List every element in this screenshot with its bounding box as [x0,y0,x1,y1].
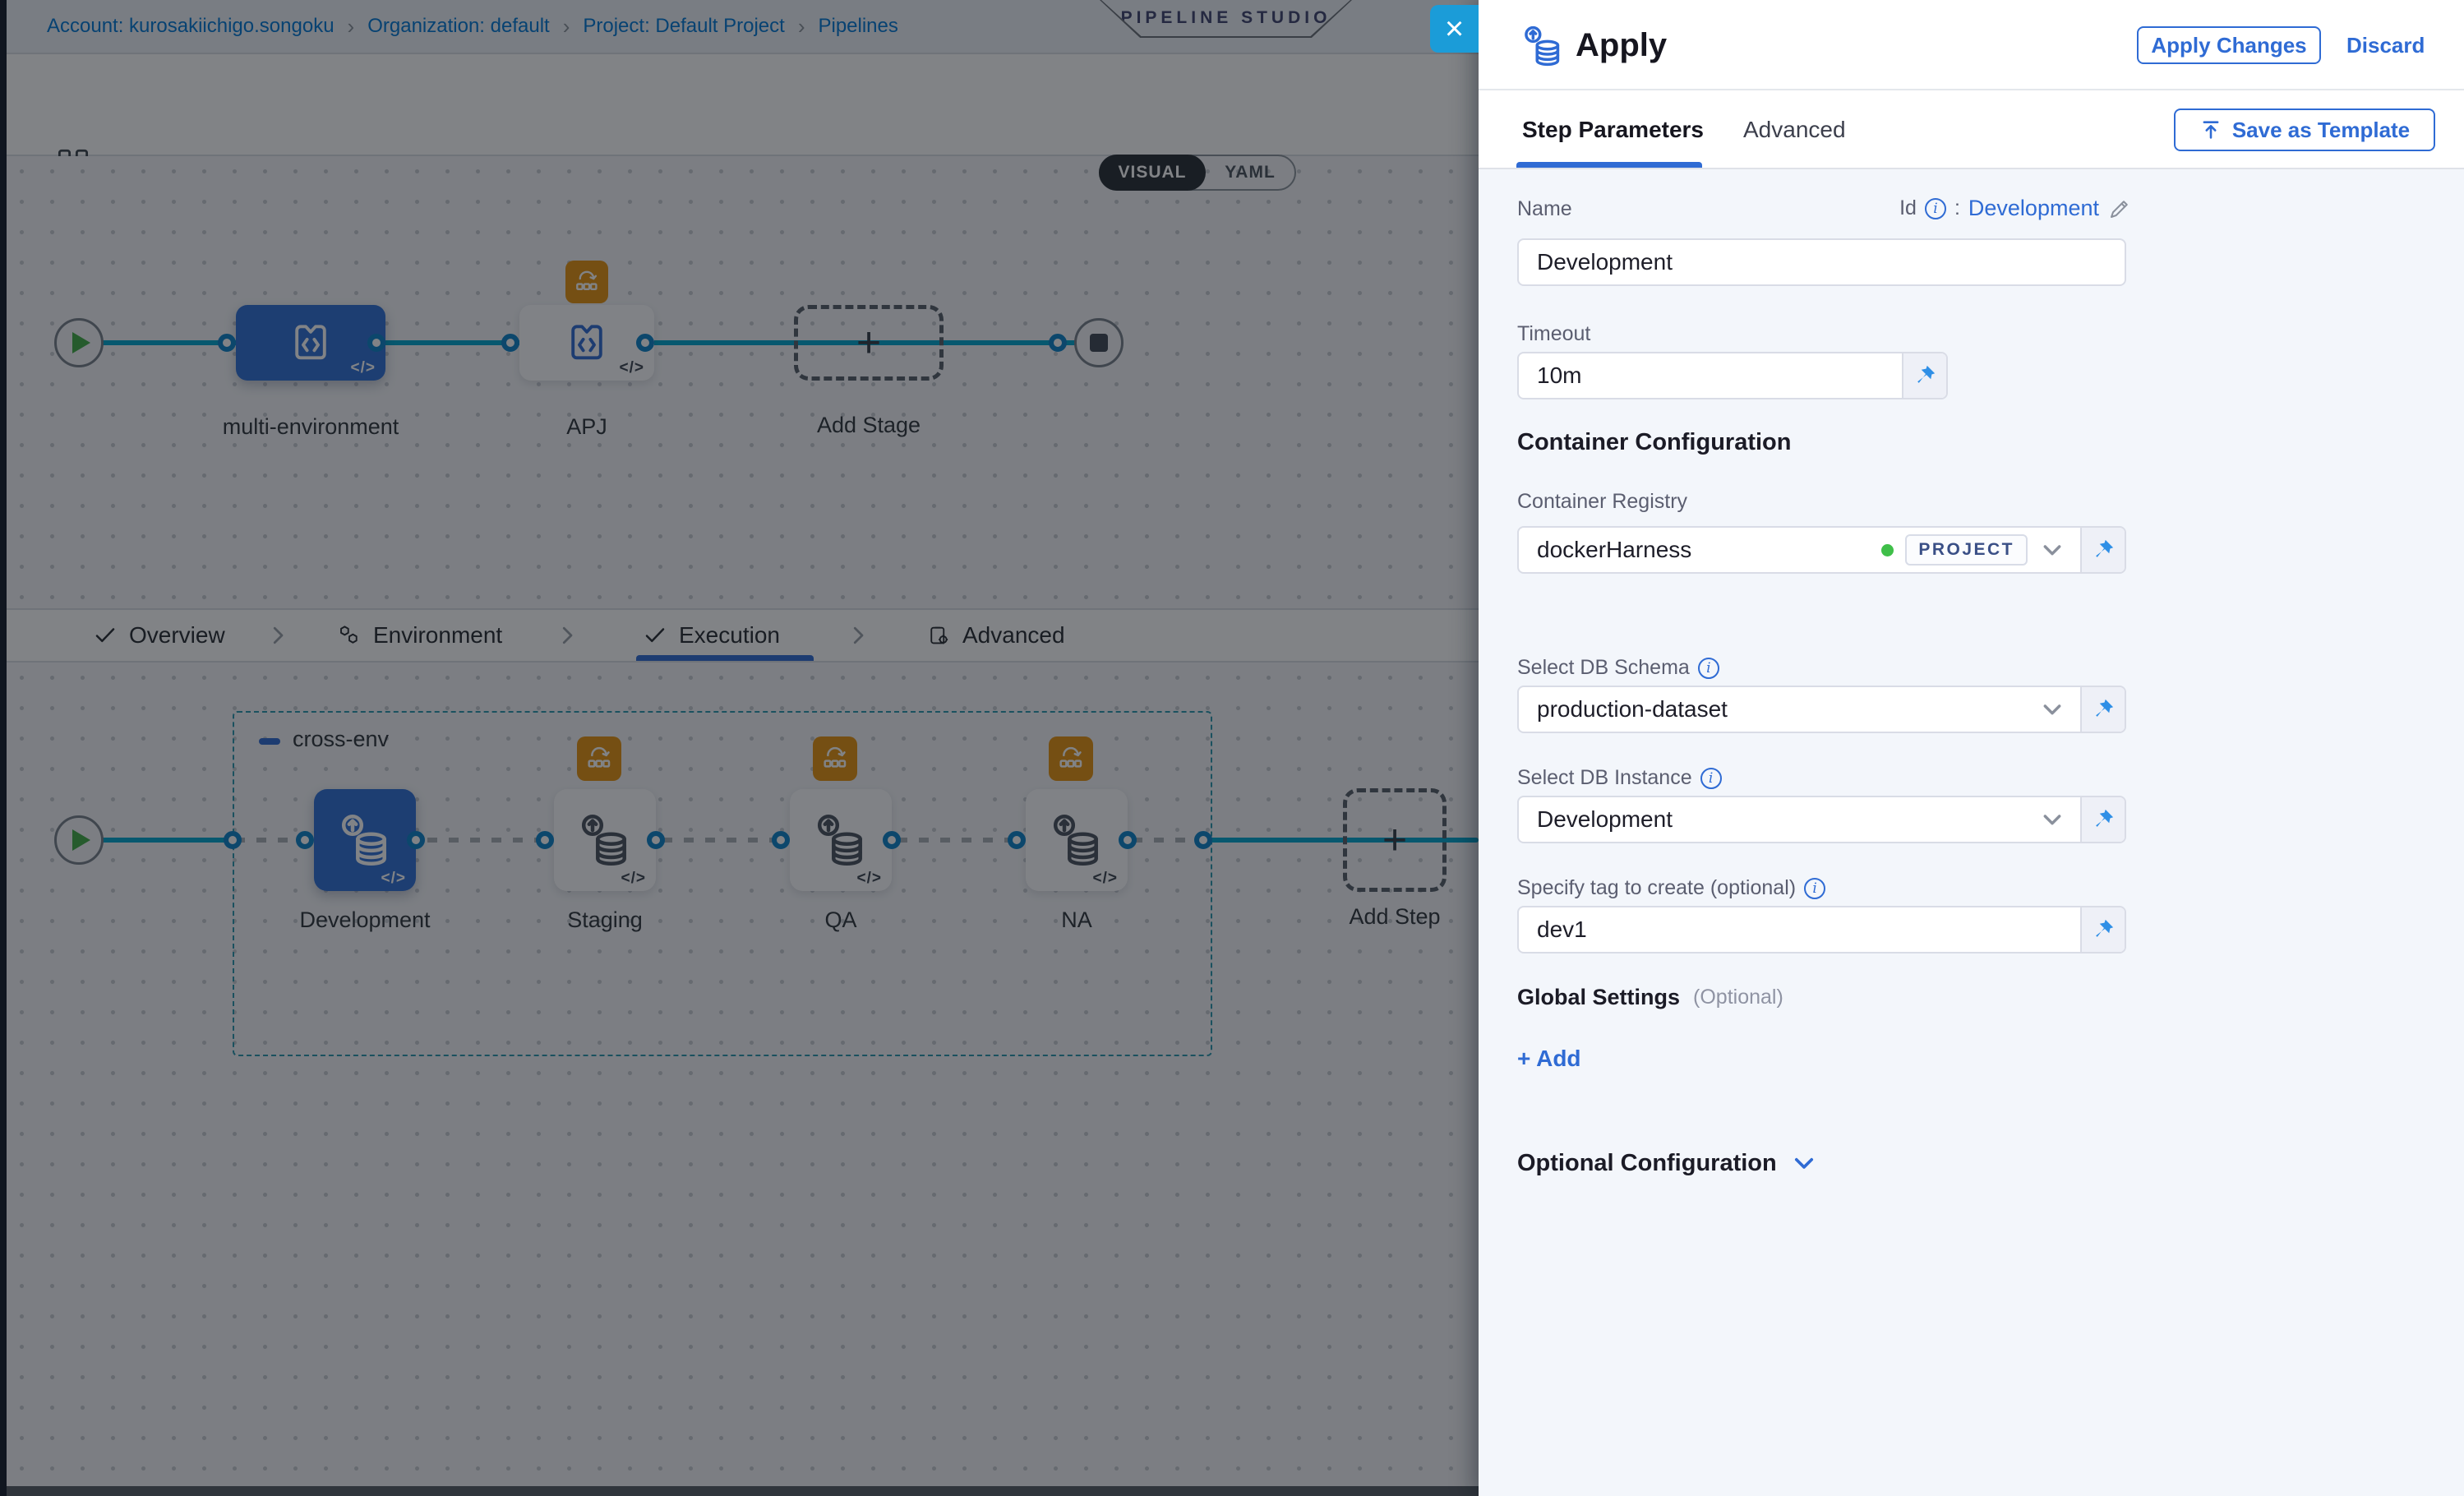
close-drawer-button[interactable]: × [1430,5,1479,53]
step-config-drawer: × Apply Apply Changes Discard Step Param… [1479,0,2464,1496]
active-tab-underline [1516,162,1702,168]
save-as-template-label: Save as Template [2232,118,2410,143]
add-global-setting-link[interactable]: + Add [1517,1046,1581,1072]
tag-field [1517,906,2126,953]
apply-changes-label: Apply Changes [2151,33,2306,58]
info-icon[interactable]: i [1700,768,1722,789]
timeout-label: Timeout [1517,322,1590,346]
pin-icon [2091,538,2116,562]
drawer-header: Apply Apply Changes Discard [1479,0,2464,90]
edit-id-icon[interactable] [2107,196,2132,221]
chevron-down-icon[interactable] [2039,696,2065,723]
close-icon: × [1445,11,1464,48]
info-icon[interactable]: i [1804,878,1825,899]
db-instance-select[interactable]: Development [1517,796,2126,843]
db-instance-label: Select DB Instance i [1517,766,1722,790]
db-schema-label-text: Select DB Schema [1517,656,1690,680]
tab-step-parameters[interactable]: Step Parameters [1522,90,1704,169]
tag-label: Specify tag to create (optional) i [1517,876,1825,900]
step-id-value[interactable]: Development [1968,196,2099,221]
db-schema-value: production-dataset [1537,696,2028,723]
discard-button[interactable]: Discard [2346,0,2425,90]
runtime-input-pin-button[interactable] [2080,907,2125,952]
container-registry-value[interactable]: dockerHarness [1537,537,1870,563]
container-configuration-heading: Container Configuration [1517,429,1791,456]
drawer-title: Apply [1576,0,1667,90]
pipeline-studio-page: Account: kurosakiichigo.songoku › Organi… [0,0,2464,1496]
global-settings-optional: (Optional) [1693,986,1783,1009]
connector-status-dot [1881,544,1894,556]
timeout-field [1517,352,1948,399]
chevron-down-icon[interactable] [2039,537,2065,563]
db-instance-label-text: Select DB Instance [1517,766,1692,790]
global-settings-label: Global Settings [1517,985,1680,1010]
chevron-down-icon [1790,1149,1818,1177]
db-schema-label: Select DB Schema i [1517,656,1719,680]
name-input[interactable] [1537,249,2110,275]
optional-configuration-row[interactable]: Optional Configuration [1517,1149,1818,1177]
info-icon[interactable]: i [1925,198,1946,219]
name-field [1517,238,2126,286]
chevron-down-icon[interactable] [2039,806,2065,833]
pin-icon [2091,697,2116,722]
container-registry-label: Container Registry [1517,490,1687,514]
optional-configuration-label: Optional Configuration [1517,1150,1777,1177]
upload-icon [2199,118,2222,141]
pin-icon [2091,917,2116,942]
db-schema-select[interactable]: production-dataset [1517,686,2126,733]
name-label: Name [1517,197,1572,221]
apply-step-icon [1520,23,1566,69]
pin-icon [2091,807,2116,832]
pipeline-canvas-region: Account: kurosakiichigo.songoku › Organi… [0,0,1479,1496]
info-icon[interactable]: i [1698,658,1719,679]
tag-label-text: Specify tag to create (optional) [1517,876,1796,900]
tag-input[interactable] [1537,917,2065,943]
id-separator: : [1954,196,1960,220]
db-instance-value: Development [1537,806,2028,833]
apply-changes-button[interactable]: Apply Changes [2137,26,2321,64]
timeout-input[interactable] [1537,362,1887,389]
runtime-input-pin-button[interactable] [2080,528,2125,572]
pin-icon [1913,363,1937,388]
runtime-input-pin-button[interactable] [2080,687,2125,732]
tab-advanced-drawer[interactable]: Advanced [1743,90,1846,169]
runtime-input-pin-button[interactable] [1902,353,1946,398]
save-as-template-button[interactable]: Save as Template [2174,109,2435,151]
runtime-input-pin-button[interactable] [2080,797,2125,842]
id-label: Id [1899,196,1917,220]
container-registry-field: dockerHarness PROJECT [1517,526,2126,574]
drawer-tab-bar: Step Parameters Advanced Save as Templat… [1479,90,2464,169]
step-id-row: Id i : Development [1899,196,2132,221]
drawer-backdrop-overlay[interactable] [0,0,1479,1496]
scope-badge: PROJECT [1905,534,2028,566]
global-settings-row: Global Settings (Optional) [1517,985,1783,1010]
